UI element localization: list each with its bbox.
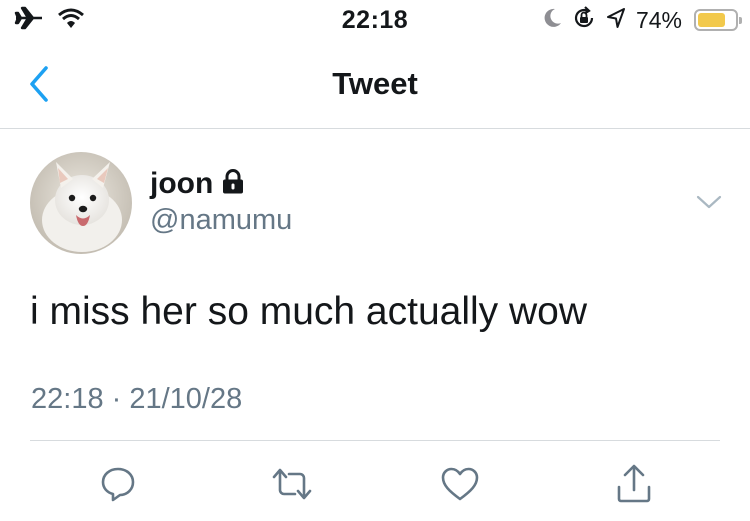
do-not-disturb-moon-icon [542, 7, 562, 34]
heart-icon [441, 467, 479, 501]
dog-avatar-image [30, 152, 132, 254]
navigation-bar: Tweet [0, 40, 750, 129]
tweet-timestamp[interactable]: 22:18 · 21/10/28 [31, 383, 242, 416]
status-right-icons: 74% [542, 5, 742, 35]
lock-icon [221, 168, 245, 200]
location-arrow-icon [606, 7, 626, 34]
battery-percent: 74% [635, 6, 682, 33]
battery-level-fill [698, 13, 725, 27]
tweet-menu-button[interactable] [694, 190, 724, 214]
reply-icon [101, 467, 135, 502]
author-handle: @namumu [150, 204, 293, 236]
page-title: Tweet [332, 66, 418, 101]
retweet-button[interactable] [270, 462, 314, 506]
orientation-lock-icon [572, 5, 596, 35]
share-button[interactable] [612, 462, 656, 506]
author-name-row: joon [150, 166, 292, 202]
battery-icon [694, 9, 742, 31]
tweet-detail-screen: 22:18 74% Tweet joon @namumu i miss her … [0, 0, 750, 521]
avatar[interactable] [30, 152, 132, 254]
battery-tip [739, 17, 742, 24]
retweet-icon [272, 468, 312, 500]
tweet-text: i miss her so much actually wow [30, 290, 588, 333]
like-button[interactable] [438, 462, 482, 506]
divider [30, 440, 720, 441]
chevron-down-icon [696, 195, 722, 209]
reply-button[interactable] [96, 462, 140, 506]
tweet-author[interactable]: joon @namumu [150, 166, 292, 237]
status-bar: 22:18 74% [0, 0, 750, 40]
share-icon [617, 464, 651, 503]
author-name: joon [150, 167, 214, 200]
